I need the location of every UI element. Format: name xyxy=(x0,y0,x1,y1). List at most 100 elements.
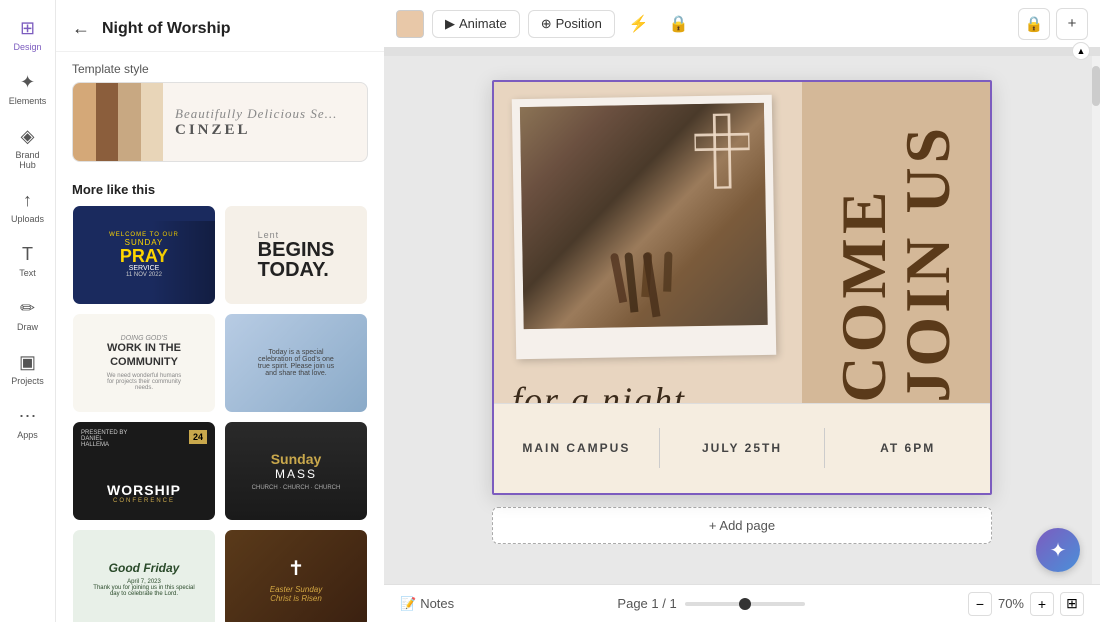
card-content: DOING GOD'S WORK IN THECOMMUNITY We need… xyxy=(99,327,190,398)
notes-label: Notes xyxy=(420,596,454,611)
templates-grid: WELCOME TO OUR SUNDAY PRAY SERVICE 11 NO… xyxy=(56,205,384,622)
draw-icon: ✏ xyxy=(20,298,35,319)
campus-label: MAIN CAMPUS xyxy=(502,441,651,455)
sidebar-item-label: Design xyxy=(13,42,41,52)
lock-icon: 🔒 xyxy=(669,14,689,34)
canvas-right-section: COME JOIN US xyxy=(802,82,990,403)
sidebar-item-uploads[interactable]: ↑ Uploads xyxy=(4,182,52,232)
apps-icon: ⋯ xyxy=(19,406,37,427)
template-card-sunday-mass[interactable]: Sunday MASS CHURCH · CHURCH · CHURCH xyxy=(224,421,368,521)
design-canvas[interactable]: for a night NIGHT OF WORSHIP COME JOIN U… xyxy=(492,80,992,495)
sidebar-item-label: Text xyxy=(19,268,36,278)
animate-label: Animate xyxy=(459,16,507,31)
sidebar-header: ← Night of Worship xyxy=(56,0,384,52)
sidebar-item-label: Projects xyxy=(11,376,44,386)
template-preview-card[interactable]: Beautifully Delicious Se... CINZEL xyxy=(72,82,368,162)
come-join-us-text: COME JOIN US xyxy=(832,82,960,403)
assistant-icon: ✦ xyxy=(1050,538,1067,563)
add-page-button[interactable]: + Add page xyxy=(492,507,992,544)
template-card-christ-risen[interactable]: ✝ Easter Sunday Christ is Risen xyxy=(224,529,368,622)
sidebar-item-label: Apps xyxy=(17,430,38,440)
sidebar-item-apps[interactable]: ⋯ Apps xyxy=(4,398,52,448)
cross-svg xyxy=(694,113,750,189)
scrollbar-track[interactable] xyxy=(1092,56,1100,584)
magic-button[interactable]: ⚡ xyxy=(623,8,655,40)
toolbar-right: 🔒 + xyxy=(1018,8,1088,40)
canvas-bottom-bar: MAIN CAMPUS JULY 25TH AT 6PM xyxy=(494,403,990,493)
toolbar-share-btn[interactable]: + xyxy=(1056,8,1088,40)
more-like-this-label: More like this xyxy=(56,174,384,205)
sidebar-item-label: Draw xyxy=(17,322,38,332)
position-button[interactable]: ⊕ Position xyxy=(528,10,615,38)
toolbar-lock-btn[interactable]: 🔒 xyxy=(1018,8,1050,40)
card-content: Good Friday April 7, 2023Thank you for j… xyxy=(87,555,200,603)
animate-button[interactable]: ▶ Animate xyxy=(432,10,520,38)
zoom-control: − 70% + ⊞ xyxy=(968,592,1084,616)
position-icon: ⊕ xyxy=(541,16,552,32)
notes-icon: 📝 xyxy=(400,596,416,612)
position-label: Position xyxy=(556,16,602,31)
sidebar-item-text[interactable]: T Text xyxy=(4,236,52,286)
template-card-blue-religious[interactable]: Today is a specialcelebration of God's o… xyxy=(224,313,368,413)
sidebar-item-elements[interactable]: ✦ Elements xyxy=(4,64,52,114)
main-area: ▶ Animate ⊕ Position ⚡ 🔒 🔒 + ▲ xyxy=(384,0,1100,622)
projects-icon: ▣ xyxy=(19,352,36,373)
time-info: AT 6PM xyxy=(825,433,990,463)
toolbar: ▶ Animate ⊕ Position ⚡ 🔒 🔒 + xyxy=(384,0,1100,48)
person-silhouette xyxy=(151,221,215,304)
elements-icon: ✦ xyxy=(20,72,35,93)
grid-view-button[interactable]: ⊞ xyxy=(1060,592,1084,616)
canvas-wrapper: for a night NIGHT OF WORSHIP COME JOIN U… xyxy=(384,56,1100,584)
template-card-community[interactable]: DOING GOD'S WORK IN THECOMMUNITY We need… xyxy=(72,313,216,413)
template-card-good-friday[interactable]: Good Friday April 7, 2023Thank you for j… xyxy=(72,529,216,622)
color-swatch[interactable] xyxy=(396,10,424,38)
scrollbar-thumb[interactable] xyxy=(1092,66,1100,106)
raised-arms xyxy=(522,250,767,319)
sidebar-title: Night of Worship xyxy=(102,20,231,38)
template-style-section-label: Template style xyxy=(56,52,384,82)
back-button[interactable]: ← xyxy=(68,14,94,43)
notes-button[interactable]: 📝 Notes xyxy=(400,596,454,612)
sidebar-item-label: Elements xyxy=(9,96,47,106)
template-card-sunday-pray[interactable]: WELCOME TO OUR SUNDAY PRAY SERVICE 11 NO… xyxy=(72,205,216,305)
template-font-preview: Beautifully Delicious Se... CINZEL xyxy=(163,98,349,147)
polaroid-photo xyxy=(512,95,776,359)
brand-hub-icon: ◈ xyxy=(21,126,35,147)
date-info: JULY 25TH xyxy=(660,433,825,463)
template-card-lent[interactable]: Lent BEGINS TODAY. xyxy=(224,205,368,305)
photo-inner xyxy=(520,103,768,329)
assistant-button[interactable]: ✦ xyxy=(1036,528,1080,572)
bottom-bar: 📝 Notes Page 1 / 1 − 70% + ⊞ xyxy=(384,584,1100,622)
collapse-top-bar: ▲ xyxy=(384,48,1100,56)
card-content: Today is a specialcelebration of God's o… xyxy=(252,343,340,383)
left-sidebar: ⊞ Design ✦ Elements ◈ Brand Hub ↑ Upload… xyxy=(0,0,56,622)
sidebar-item-brand-hub[interactable]: ◈ Brand Hub xyxy=(4,118,52,178)
page-info: Page 1 / 1 xyxy=(617,596,676,611)
template-card-worship-conf[interactable]: PRESENTED BYDANIELHALLEMA 24 WORSHIP CON… xyxy=(72,421,216,521)
design-icon: ⊞ xyxy=(20,18,35,39)
date-label: JULY 25TH xyxy=(668,441,817,455)
animate-icon: ▶ xyxy=(445,16,455,32)
zoom-in-button[interactable]: + xyxy=(1030,592,1054,616)
campus-info: MAIN CAMPUS xyxy=(494,433,659,463)
sidebar-item-label: Brand Hub xyxy=(8,150,48,170)
lock-button[interactable]: 🔒 xyxy=(663,8,695,40)
sidebar-item-design[interactable]: ⊞ Design xyxy=(4,10,52,60)
zoom-out-button[interactable]: − xyxy=(968,592,992,616)
uploads-icon: ↑ xyxy=(23,190,32,211)
template-color-swatches xyxy=(73,83,163,161)
card-content: Lent BEGINS TODAY. xyxy=(250,222,343,288)
sidebar-item-draw[interactable]: ✏ Draw xyxy=(4,290,52,340)
sidebar-item-projects[interactable]: ▣ Projects xyxy=(4,344,52,394)
time-label: AT 6PM xyxy=(833,441,982,455)
template-font-name: CINZEL xyxy=(175,122,337,139)
template-sidebar: ← Night of Worship Template style Beauti… xyxy=(56,0,384,622)
template-script-text: Beautifully Delicious Se... xyxy=(175,106,337,122)
sidebar-item-label: Uploads xyxy=(11,214,44,224)
zoom-level: 70% xyxy=(998,596,1024,611)
page-navigation: Page 1 / 1 xyxy=(617,596,804,611)
card-content: Sunday MASS CHURCH · CHURCH · CHURCH xyxy=(246,445,347,497)
card-content: ✝ Easter Sunday Christ is Risen xyxy=(264,550,328,609)
page-slider[interactable] xyxy=(685,602,805,606)
text-icon: T xyxy=(22,244,33,265)
